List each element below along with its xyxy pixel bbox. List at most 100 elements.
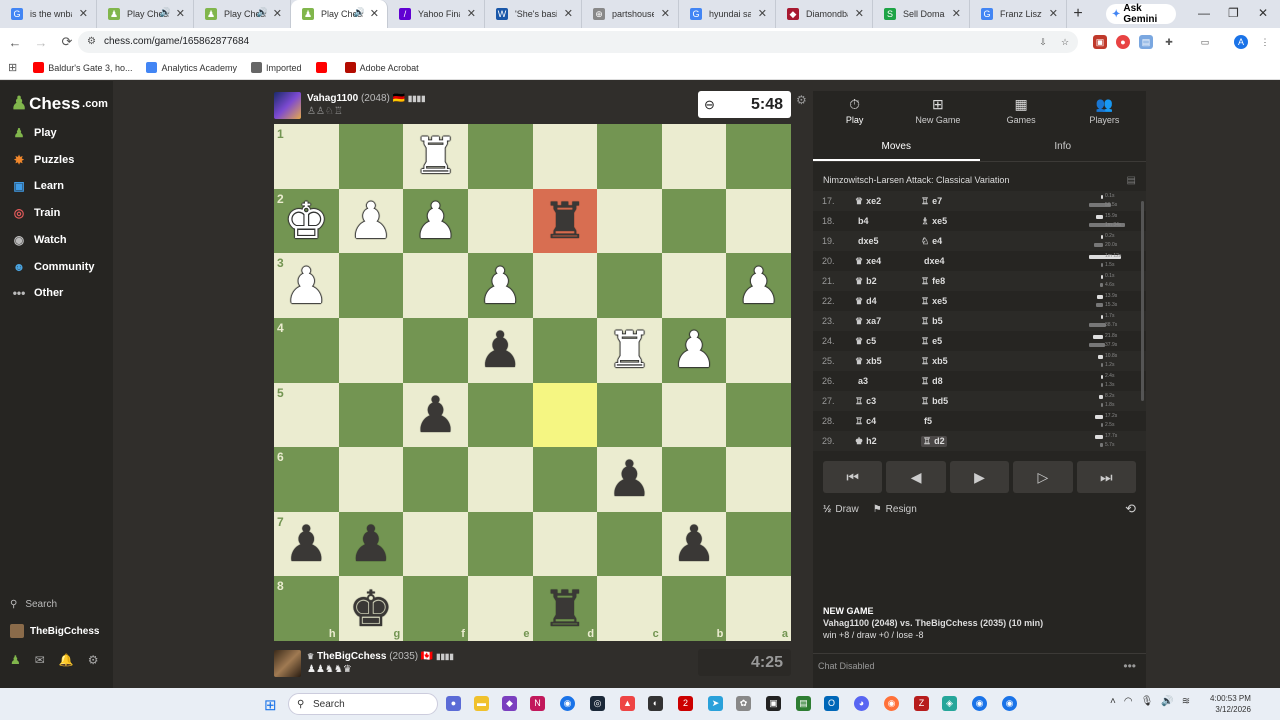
app-icon[interactable]: ▤ (796, 696, 811, 711)
browser-tab[interactable]: ♟ Play Chess 🔊 ✕ (97, 0, 194, 28)
tab-close-icon[interactable]: ✕ (661, 7, 670, 20)
board-square[interactable]: 6 (274, 447, 339, 512)
board-square[interactable]: ♟ (403, 382, 468, 448)
board-square[interactable] (338, 447, 404, 512)
chess-piece[interactable]: ♟ (478, 325, 523, 375)
tab-new-game[interactable]: ⊞ New Game (896, 91, 979, 129)
board-square[interactable] (661, 188, 727, 254)
board-square[interactable] (597, 188, 662, 254)
board-square[interactable] (726, 188, 791, 254)
chevron-up-icon[interactable]: ˄ (1110, 696, 1116, 707)
board-square[interactable] (338, 124, 404, 189)
board-square[interactable] (532, 253, 598, 318)
profile-avatar[interactable]: A (1234, 35, 1248, 49)
black-move[interactable]: ♖ xe5 (921, 296, 947, 307)
board-square[interactable] (726, 511, 791, 577)
browser-tab[interactable]: S Sell Domains ✕ (873, 0, 970, 28)
board-square[interactable] (532, 511, 598, 577)
ask-gemini-button[interactable]: ✦ Ask Gemini (1106, 3, 1176, 25)
sidebar-item-train[interactable]: ◎ Train (12, 206, 61, 220)
tab-close-icon[interactable]: ✕ (370, 7, 379, 20)
bookmark-item[interactable]: Analytics Academy (146, 62, 237, 73)
back-icon[interactable]: ← (4, 35, 26, 50)
board-square[interactable] (532, 124, 598, 189)
avatar[interactable] (274, 649, 301, 677)
chrome-icon[interactable]: ◉ (560, 696, 575, 711)
bookmark-item[interactable] (315, 62, 331, 73)
chess-piece[interactable]: ♟ (349, 196, 394, 246)
white-move[interactable]: ♛ d4 (855, 296, 877, 307)
sidebar-item-puzzles[interactable]: ✸ Puzzles (12, 153, 74, 167)
black-move[interactable]: ♖ d8 (921, 376, 943, 387)
sidebar-item-community[interactable]: ☻ Community (12, 260, 95, 274)
black-move[interactable]: ♖ xb5 (921, 356, 948, 367)
chess-piece[interactable]: ♟ (478, 261, 523, 311)
board-square[interactable] (467, 447, 533, 512)
board-square[interactable]: ♟ (726, 253, 791, 318)
board-square[interactable]: ♟ (661, 511, 727, 577)
white-move[interactable]: ♛ xa7 (855, 316, 881, 327)
settings-gear-icon[interactable]: ⚙ (88, 653, 99, 667)
board-square[interactable]: ♜ (403, 124, 468, 189)
bottom-player-name[interactable]: TheBigCchess (317, 651, 386, 662)
wifi-icon[interactable]: ≋ (1182, 696, 1190, 707)
white-move[interactable]: ♖ c4 (855, 416, 876, 427)
white-move[interactable]: dxe5 (855, 236, 879, 246)
browser-menu-icon[interactable]: ⋮ (1258, 35, 1272, 49)
tab-play[interactable]: ⏱ Play (813, 91, 896, 129)
tab-games[interactable]: ▦ Games (980, 91, 1063, 129)
resign-button[interactable]: ⚑ Resign (873, 504, 917, 515)
board-square[interactable] (467, 382, 533, 448)
last-move-button[interactable]: ⏭ (1076, 461, 1137, 493)
board-square[interactable]: 1 (274, 124, 339, 189)
flip-board-icon[interactable]: ⟲ (1125, 501, 1136, 517)
next-move-button[interactable]: ▷ (1013, 461, 1073, 493)
tab-close-icon[interactable]: ✕ (467, 7, 476, 20)
board-square[interactable] (403, 447, 468, 512)
browser-tab[interactable]: W 'She's basical ✕ (485, 0, 582, 28)
board-square[interactable]: 4 (274, 317, 339, 383)
taskbar-search[interactable]: ⚲ Search (288, 693, 438, 715)
extension-icon[interactable]: ▤ (1139, 35, 1153, 49)
browser-tab[interactable]: ♟ Play Chess 🔊 ✕ (291, 0, 388, 28)
url-input[interactable]: ⚙ chess.com/game/165862877684 (78, 31, 1078, 53)
sidebar-item-play[interactable]: ♟ Play (12, 126, 57, 140)
chesscom-logo[interactable]: ♟ Chess .com (11, 93, 108, 114)
chess-piece[interactable]: ♟ (284, 519, 329, 569)
extensions-puzzle-icon[interactable]: ✚ (1162, 35, 1176, 49)
chess-board[interactable]: 1 ♜ 2 ♚ ♟ ♟ ♜ 3 ♟ ♟ ♟ 4 ♟ ♜ ♟ 5 ♟ 6 ♟ 7 ♟ ♟ ♟ 8 h g ♚ f e d ♜ c b a (274, 124, 791, 641)
board-square[interactable] (661, 382, 727, 448)
board-square[interactable] (532, 317, 598, 383)
app-icon[interactable]: 2 (678, 696, 693, 711)
outlook-icon[interactable]: O (824, 696, 839, 711)
white-move[interactable]: ♛ c5 (855, 336, 876, 347)
extension-icon[interactable]: ● (1116, 35, 1130, 49)
browser-tab[interactable]: G Franz Liszt - ✕ (970, 0, 1067, 28)
board-square[interactable]: ♜ (532, 188, 598, 254)
tab-close-icon[interactable]: ✕ (176, 7, 185, 20)
board-square[interactable]: ♜ (597, 317, 662, 383)
chess-piece[interactable]: ♟ (413, 390, 458, 440)
app-icon[interactable]: ✿ (736, 696, 751, 711)
friends-icon[interactable]: ♟ (10, 653, 21, 667)
board-square[interactable] (467, 124, 533, 189)
chess-piece[interactable]: ♟ (413, 196, 458, 246)
speaker-icon[interactable]: 🔊 (1161, 696, 1173, 707)
board-square[interactable]: ♟ (467, 253, 533, 318)
tab-audio-icon[interactable]: 🔊 (354, 7, 365, 18)
chess-piece[interactable]: ♜ (413, 131, 458, 181)
windows-start-icon[interactable]: ⊞ (264, 696, 277, 714)
chess-piece[interactable]: ♟ (672, 325, 717, 375)
board-square[interactable]: a (726, 576, 791, 641)
board-square[interactable]: ♟ (597, 447, 662, 512)
top-player-name[interactable]: Vahag1100 (307, 93, 358, 104)
microphone-icon[interactable]: 🎙 (1141, 696, 1154, 707)
minimize-icon[interactable]: — (1198, 6, 1210, 20)
chrome-icon[interactable]: ◉ (972, 696, 987, 711)
file-explorer-icon[interactable]: ▬ (474, 696, 489, 711)
app-icon[interactable]: ▲ (620, 696, 635, 711)
board-square[interactable] (467, 511, 533, 577)
tab-close-icon[interactable]: ✕ (79, 7, 88, 20)
chess-piece[interactable]: ♟ (349, 519, 394, 569)
sidebar-user[interactable]: TheBigCchess (10, 624, 99, 638)
